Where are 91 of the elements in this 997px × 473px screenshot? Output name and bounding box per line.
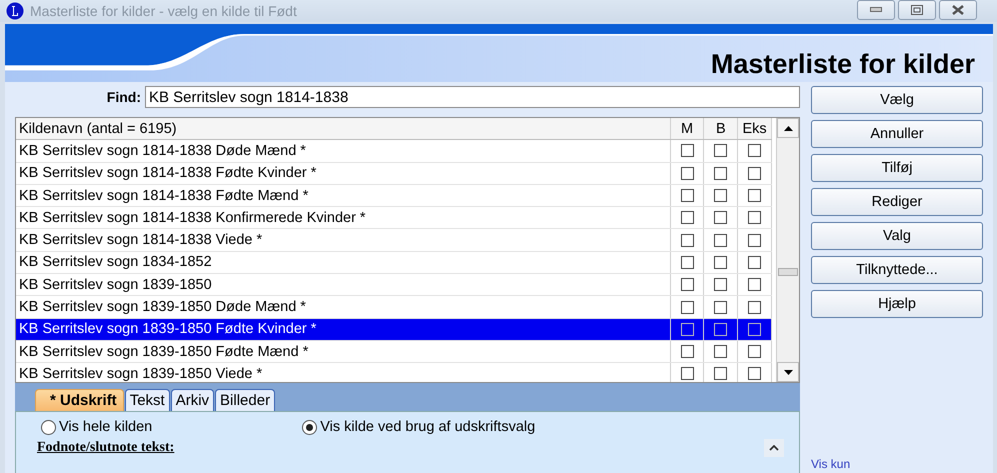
checkbox[interactable]	[714, 211, 728, 224]
checkbox[interactable]	[714, 144, 728, 158]
list-row[interactable]: KB Serritslev sogn 1814-1838 Fødte Kvinder *	[16, 162, 772, 185]
dialog-button[interactable]: Valg	[811, 222, 983, 250]
checkbox[interactable]	[680, 234, 694, 247]
checkbox[interactable]	[714, 300, 728, 314]
source-name: KB Serritslev sogn 1839-1850 Døde Mænd *	[16, 296, 671, 318]
checkbox[interactable]	[714, 322, 728, 336]
column-header[interactable]: B	[704, 118, 738, 140]
checkbox[interactable]	[714, 234, 728, 247]
close-button[interactable]	[939, 0, 977, 20]
window-title: Masterliste for kilder - vælg en kilde til Født	[30, 3, 298, 19]
header-title: Masterliste for kilder	[710, 49, 975, 80]
find-field[interactable]: KB Serritslev sogn 1814-1838	[145, 86, 800, 108]
checkbox[interactable]	[680, 144, 694, 158]
checkbox[interactable]	[680, 345, 694, 358]
maximize-button[interactable]	[898, 0, 936, 20]
radio-button[interactable]	[302, 420, 318, 434]
radio-label: Vis hele kilden	[59, 419, 152, 435]
source-name: KB Serritslev sogn 1839-1850	[16, 274, 671, 296]
dialog-button[interactable]: Annuller	[811, 120, 983, 148]
tab[interactable]: Arkiv	[170, 389, 214, 411]
checkbox[interactable]	[680, 300, 694, 314]
checkbox[interactable]	[748, 300, 762, 314]
checkbox[interactable]	[748, 189, 762, 202]
checkbox[interactable]	[714, 256, 728, 269]
source-name: KB Serritslev sogn 1814-1838 Fødte Kvinder *	[16, 162, 671, 184]
source-name: KB Serritslev sogn 1814-1838 Viede *	[16, 229, 671, 251]
column-header[interactable]: Eks	[738, 118, 772, 140]
dialog-button[interactable]: Rediger	[811, 188, 983, 216]
scroll-down-button[interactable]	[777, 362, 799, 382]
chevron-up-icon	[769, 445, 779, 451]
checkbox[interactable]	[748, 211, 762, 224]
checkbox[interactable]	[748, 166, 762, 180]
scrollbar-thumb[interactable]	[778, 268, 798, 276]
checkbox[interactable]	[680, 166, 694, 180]
list-row[interactable]: KB Serritslev sogn 1839-1850 Fødte Kvinder *	[16, 318, 772, 341]
list-row[interactable]: KB Serritslev sogn 1839-1850	[16, 274, 772, 296]
column-header[interactable]: Kildenavn (antal = 6195)	[16, 118, 671, 140]
minimize-icon	[870, 7, 882, 13]
dialog-button[interactable]: Vælg	[811, 86, 983, 114]
checkbox[interactable]	[748, 256, 762, 269]
checkbox[interactable]	[714, 189, 728, 202]
dialog-button[interactable]: Tilføj	[811, 154, 983, 182]
checkbox[interactable]	[748, 367, 762, 380]
source-name: KB Serritslev sogn 1839-1850 Fødte Mænd *	[16, 340, 671, 362]
tab[interactable]: Tekst	[124, 389, 170, 411]
tab[interactable]: Billeder	[215, 389, 276, 411]
footnote-label: Fodnote/slutnote tekst:	[37, 440, 174, 456]
list-row[interactable]: KB Serritslev sogn 1814-1838 Døde Mænd *	[16, 140, 772, 163]
list-row[interactable]: KB Serritslev sogn 1814-1838 Konfirmerede Kvinder *	[16, 207, 772, 230]
find-label: Find:	[106, 89, 141, 105]
column-header[interactable]: M	[670, 118, 704, 140]
scroll-up-button[interactable]	[764, 439, 784, 457]
close-icon	[951, 5, 965, 15]
triangle-down-icon	[784, 370, 792, 374]
app-logo-icon	[6, 2, 24, 20]
checkbox[interactable]	[714, 166, 728, 180]
checkbox[interactable]	[748, 144, 762, 158]
list-row[interactable]: KB Serritslev sogn 1834-1852	[16, 252, 772, 274]
checkbox[interactable]	[748, 345, 762, 358]
minimize-button[interactable]	[857, 0, 895, 20]
checkbox[interactable]	[748, 278, 762, 292]
source-name: KB Serritslev sogn 1839-1850 Fødte Kvinder *	[16, 318, 671, 340]
checkbox[interactable]	[748, 322, 762, 336]
dialog-button[interactable]: Hjælp	[811, 290, 983, 318]
group-label: Vis kun	[811, 457, 852, 471]
checkbox[interactable]	[680, 189, 694, 202]
maximize-icon	[911, 5, 923, 15]
checkbox[interactable]	[680, 278, 694, 292]
radio-button[interactable]	[41, 420, 56, 434]
list-row[interactable]: KB Serritslev sogn 1814-1838 Fødte Mænd *	[16, 184, 772, 208]
checkbox[interactable]	[714, 345, 728, 358]
source-name: KB Serritslev sogn 1834-1852	[16, 252, 671, 274]
checkbox[interactable]	[680, 367, 694, 380]
checkbox[interactable]	[714, 367, 728, 380]
list-row[interactable]: KB Serritslev sogn 1814-1838 Viede *	[16, 229, 772, 252]
source-name: KB Serritslev sogn 1814-1838 Fødte Mænd *	[16, 184, 671, 206]
checkbox[interactable]	[680, 322, 694, 336]
checkbox[interactable]	[680, 256, 694, 269]
radio-option[interactable]: Vis hele kilden	[41, 419, 152, 435]
list-row[interactable]: KB Serritslev sogn 1839-1850 Fødte Mænd *	[16, 340, 772, 364]
checkbox[interactable]	[748, 234, 762, 247]
scroll-up-button[interactable]	[777, 118, 799, 138]
checkbox[interactable]	[680, 211, 694, 224]
triangle-up-icon	[784, 126, 792, 130]
checkbox[interactable]	[714, 278, 728, 292]
source-name: KB Serritslev sogn 1814-1838 Konfirmerede Kvinder *	[16, 207, 671, 228]
tab[interactable]: * Udskrift	[35, 389, 124, 411]
dialog-button[interactable]: Tilknyttede...	[811, 256, 983, 284]
source-name: KB Serritslev sogn 1814-1838 Døde Mænd *	[16, 140, 671, 162]
